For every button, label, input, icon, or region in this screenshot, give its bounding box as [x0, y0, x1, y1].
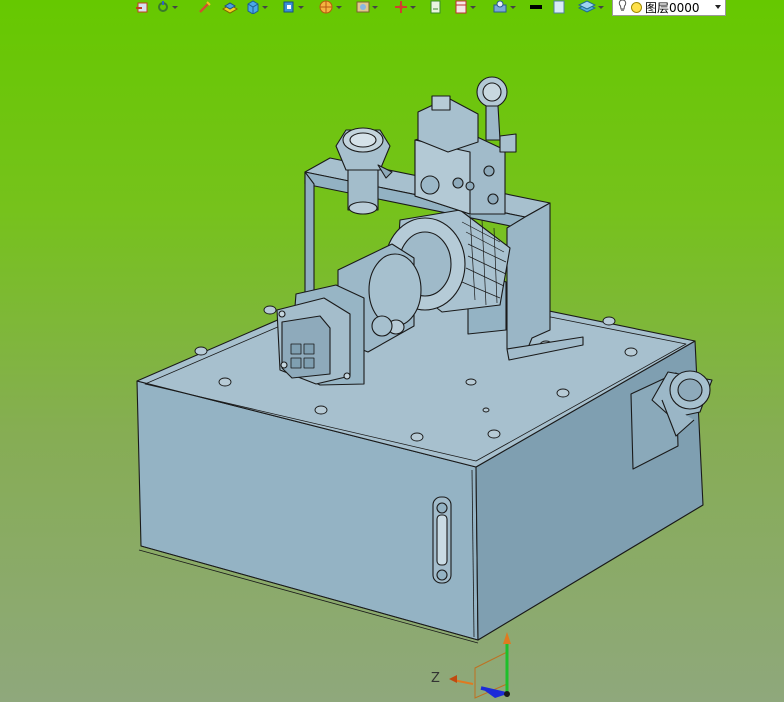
oil-level-gauge: [432, 496, 452, 584]
hydraulic-power-unit-model[interactable]: [0, 0, 784, 702]
3d-viewport[interactable]: 图层0000 Z: [0, 0, 784, 702]
valve-block: [414, 76, 517, 215]
axis-z-label: Z: [431, 671, 440, 686]
coordinate-triad: [449, 632, 511, 699]
